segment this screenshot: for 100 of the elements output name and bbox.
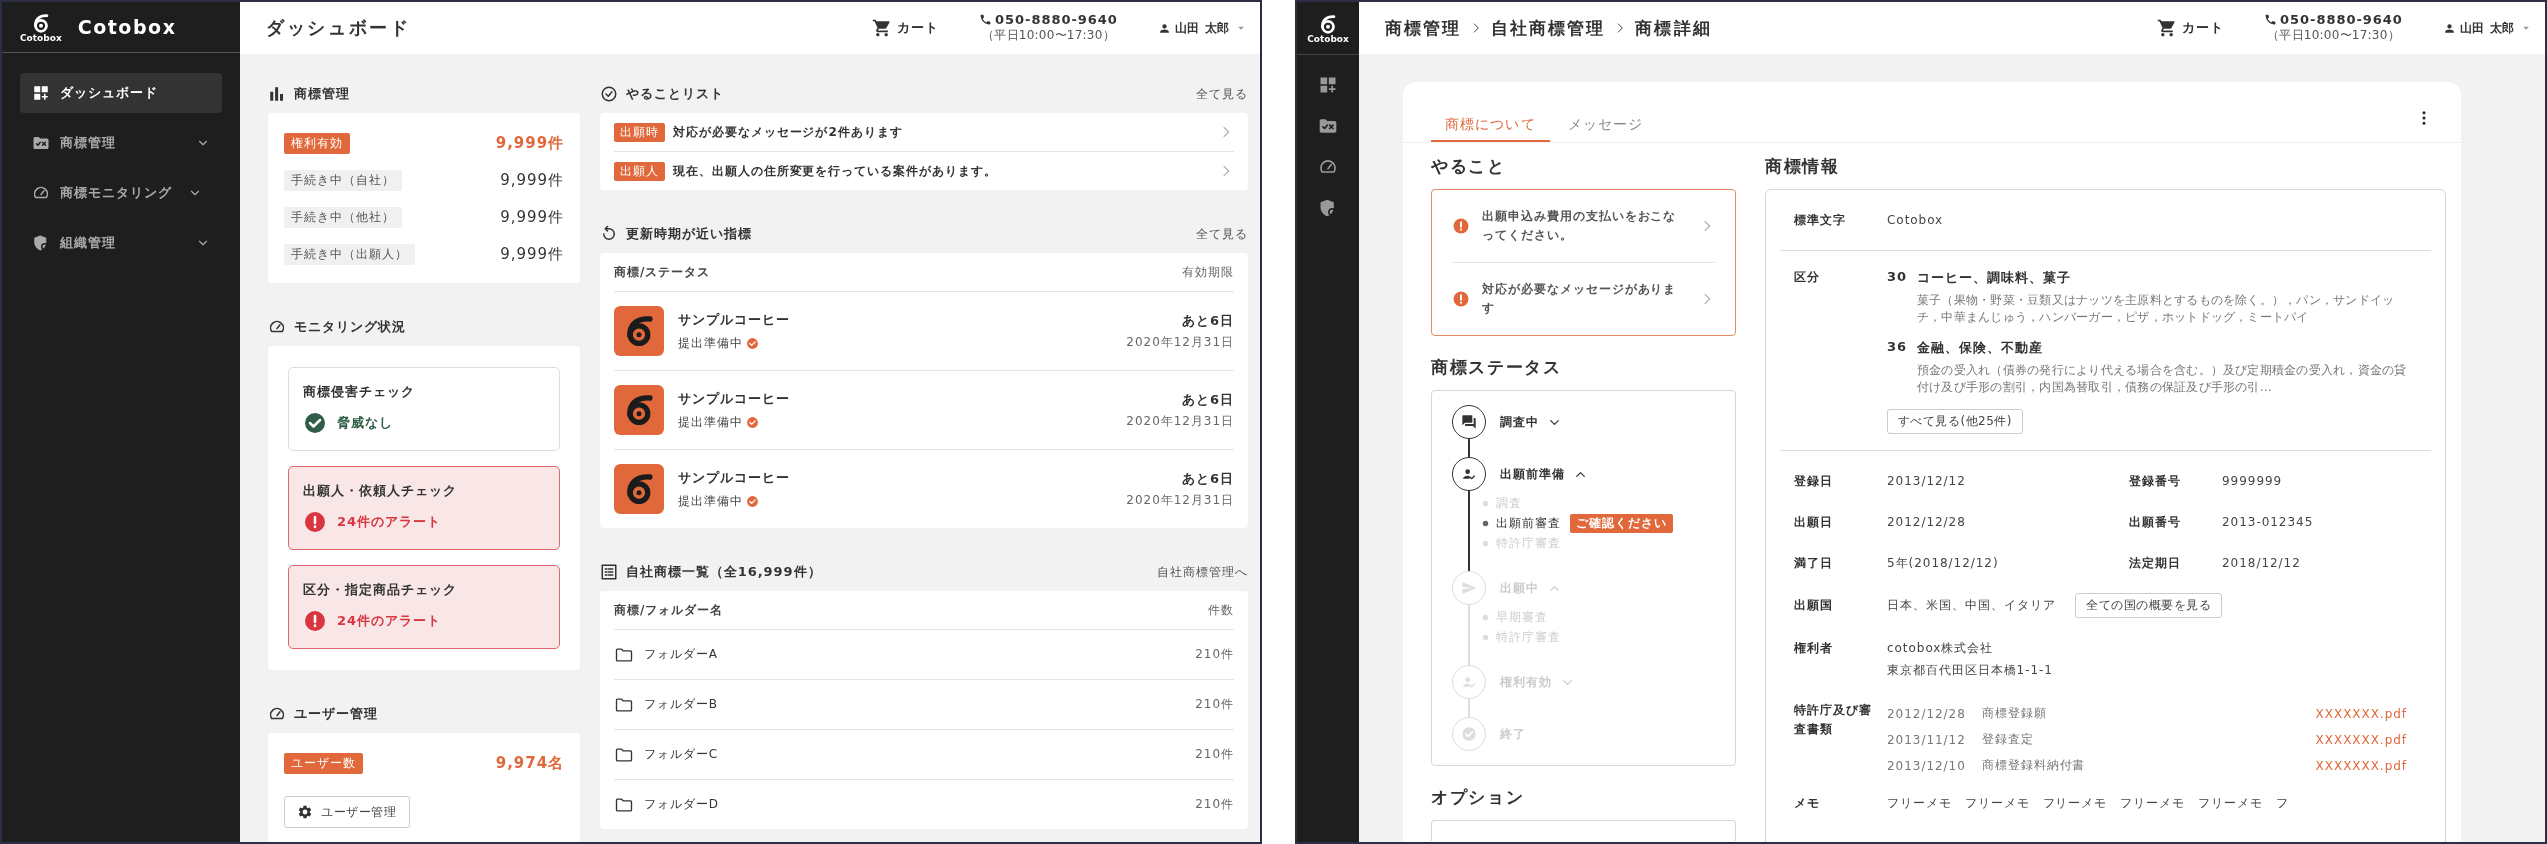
count-value: 9,974名	[495, 754, 564, 773]
show-all-button[interactable]: すべて見る(他25件)	[1887, 408, 2023, 434]
users-badge: ユーザー数	[284, 753, 363, 774]
status-badge: 手続き中（自社）	[284, 170, 402, 191]
item-count: 210件	[1195, 796, 1234, 813]
view-all-link[interactable]: 全て見る	[1196, 85, 1248, 103]
class-title: 金融、保険、不動産	[1917, 338, 2044, 357]
grid-plus-icon	[32, 84, 50, 102]
nav-item[interactable]: 組織管理	[20, 223, 222, 263]
field-value: 日本、米国、中国、イタリア	[1887, 597, 2056, 615]
section-title: オプション	[1431, 786, 1526, 809]
check-status: 24件のアラート	[337, 513, 441, 531]
phone-icon	[979, 13, 993, 26]
days-left: あと6日	[1182, 469, 1234, 488]
check-title: 区分・指定商品チェック	[303, 581, 458, 599]
field-label: 出願日	[1794, 513, 1834, 531]
section-title: 商標情報	[1765, 155, 1841, 178]
item-count: 210件	[1195, 646, 1234, 663]
check-status: 脅威なし	[337, 414, 393, 432]
breadcrumb-link[interactable]: 自社商標管理	[1491, 16, 1606, 40]
section-title: 商標ステータス	[1431, 356, 1563, 379]
user-menu[interactable]: 山田 太郎	[2442, 19, 2533, 37]
manage-link[interactable]: 自社商標管理へ	[1157, 563, 1248, 581]
file-link[interactable]: XXXXXXX.pdf	[2315, 732, 2407, 747]
todo-text[interactable]: 出願申込み費用の支払いをおこなってください。	[1482, 206, 1682, 246]
cart-link[interactable]: カート	[2157, 18, 2225, 38]
trademark-name[interactable]: サンプルコーヒー	[678, 310, 790, 329]
section-title: やること	[1431, 155, 1507, 178]
bar-chart-icon	[268, 85, 286, 103]
tab[interactable]: メッセージ	[1553, 116, 1658, 142]
trademark-name[interactable]: サンプルコーヒー	[678, 468, 790, 487]
settings-icon	[297, 804, 313, 820]
todo-text[interactable]: 対応が必要なメッセージが2件あります	[672, 123, 903, 141]
check-status: 24件のアラート	[337, 612, 441, 630]
days-left: あと6日	[1182, 390, 1234, 409]
nav-item[interactable]: 商標管理	[20, 123, 222, 163]
breadcrumb-link[interactable]: 商標詳細	[1635, 16, 1712, 40]
count-value: 9,999件	[500, 171, 564, 190]
todo-text[interactable]: 対応が必要なメッセージがあります	[1482, 279, 1682, 319]
brand-name: Cotobox	[77, 16, 177, 38]
file-link[interactable]: XXXXXXX.pdf	[2315, 758, 2407, 773]
cart-link[interactable]: カート	[872, 18, 940, 38]
step-label: 出願前準備	[1500, 465, 1565, 483]
trademark-name[interactable]: サンプルコーヒー	[678, 389, 790, 408]
folder-name[interactable]: フォルダーD	[644, 796, 719, 813]
folder-name[interactable]: フォルダーC	[644, 746, 719, 763]
person-icon	[2442, 21, 2456, 35]
column-header: 商標/ステータス	[614, 263, 711, 281]
doc-date: 2013/12/10	[1887, 758, 1966, 773]
folder-icon[interactable]	[1318, 116, 1338, 136]
item-count: 210件	[1195, 696, 1234, 713]
person-icon	[1157, 21, 1171, 35]
field-label: メモ	[1794, 794, 1821, 812]
section-title: 自社商標一覧（全16,999件）	[626, 563, 822, 581]
field-label: 標準文字	[1794, 211, 1847, 229]
folder-name[interactable]: フォルダーB	[644, 696, 718, 713]
refresh-icon	[600, 225, 618, 243]
file-link[interactable]: XXXXXXX.pdf	[2315, 706, 2407, 721]
view-all-link[interactable]: 全て見る	[1196, 225, 1248, 243]
status-badge: 手続き中（出願人）	[284, 244, 415, 265]
swirl-logo-icon	[614, 306, 664, 356]
section-title: 更新時期が近い指標	[626, 225, 752, 243]
tab[interactable]: 商標について	[1431, 116, 1550, 142]
notice-badge: ご確認ください	[1569, 513, 1673, 533]
grid-plus-icon[interactable]	[1318, 75, 1338, 95]
section-title: やることリスト	[626, 85, 724, 103]
business-hours: （平日10:00〜17:30）	[2267, 27, 2400, 44]
days-left: あと6日	[1182, 311, 1234, 330]
folder-name[interactable]: フォルダーA	[644, 646, 718, 663]
expiry-date: 2020年12月31日	[1126, 333, 1234, 351]
category-tag: 出願人	[614, 161, 665, 181]
holder-name: cotobox株式会社	[1887, 639, 1995, 657]
folder-icon	[32, 134, 50, 152]
list-icon	[600, 563, 618, 581]
logo-caption: Cotobox	[1307, 34, 1349, 44]
doc-name: 商標登録料納付書	[1981, 757, 2086, 775]
class-title: コーヒー、調味料、菓子	[1917, 269, 2072, 287]
country-overview-button[interactable]: 全ての国の概要を見る	[2075, 593, 2223, 619]
field-value: 9999999	[2222, 474, 2284, 489]
count-value: 9,999件	[495, 134, 564, 153]
count-value: 9,999件	[500, 208, 564, 227]
status-text: 提出準備中	[678, 413, 743, 431]
user-management-button[interactable]: ユーザー管理	[284, 796, 410, 828]
user-menu[interactable]: 山田 太郎	[1157, 19, 1248, 37]
item-count: 210件	[1195, 746, 1234, 763]
phone-number: 050-8880-9640	[995, 12, 1118, 27]
check-badge-icon	[745, 415, 759, 429]
field-value: 2018/12/12	[2222, 556, 2302, 571]
doc-name: 登録査定	[1981, 731, 2034, 749]
nav-item[interactable]: 商標モニタリング	[20, 173, 222, 213]
column-header: 有効期限	[1182, 263, 1234, 281]
status-text: 提出準備中	[678, 334, 743, 352]
field-label: 登録番号	[2129, 472, 2182, 490]
logo-caption: Cotobox	[20, 33, 62, 43]
count-value: 9,999件	[500, 245, 564, 264]
nav-item[interactable]: ダッシュボード	[20, 73, 222, 113]
section-title: 商標管理	[294, 85, 350, 103]
todo-text[interactable]: 現在、出願人の住所変更を行っている案件があります。	[672, 162, 997, 180]
breadcrumb-link[interactable]: 商標管理	[1385, 16, 1462, 40]
class-number: 36	[1887, 338, 1905, 356]
